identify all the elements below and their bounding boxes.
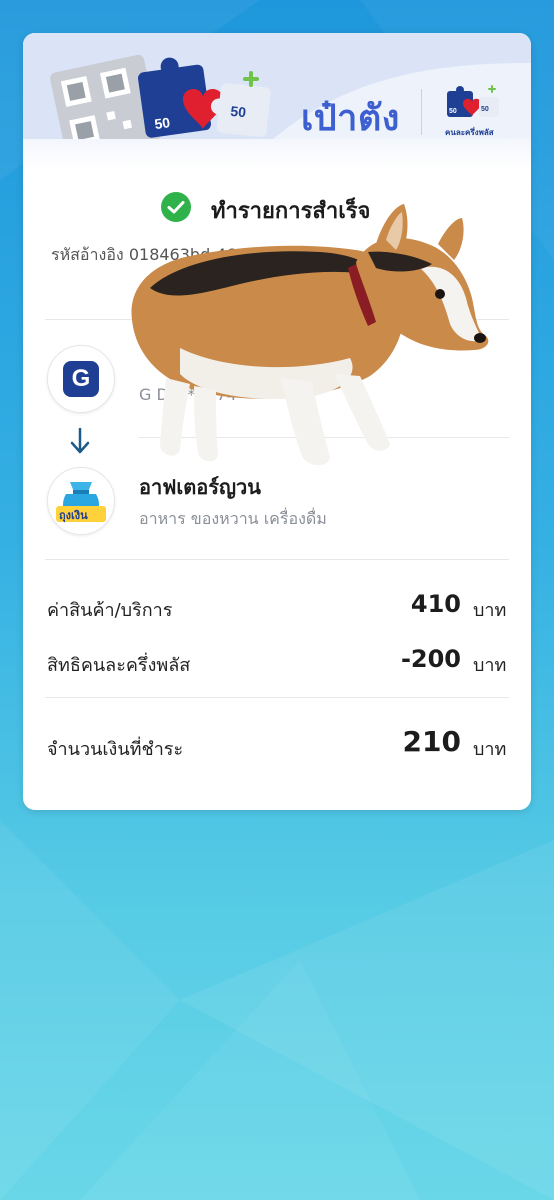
merchant-category: อาหาร ของหวาน เครื่องดื่ม bbox=[139, 509, 327, 528]
corgi-dog-image bbox=[131, 204, 489, 466]
svg-text:50: 50 bbox=[230, 103, 247, 121]
merchant-avatar: ถุงเงิน bbox=[47, 467, 115, 535]
goods-value: 410 bbox=[410, 590, 461, 618]
header-separator bbox=[421, 89, 422, 135]
discount-value: -200 bbox=[400, 645, 461, 673]
qr-puzzle-logo: 50 50 bbox=[50, 54, 271, 139]
card-header: 50 50 เป๋าตัง 50 50 คนละครึ่งพลัส bbox=[23, 33, 531, 139]
total-label: จำนวนเงินที่ชำระ bbox=[47, 739, 184, 760]
reference-label: รหัสอ้างอิง bbox=[51, 245, 124, 264]
goods-label: ค่าสินค้า/บริการ bbox=[47, 600, 173, 621]
svg-text:ถุงเงิน: ถุงเงิน bbox=[59, 509, 88, 523]
currency-unit: บาท bbox=[473, 739, 507, 760]
total-value: 210 bbox=[402, 725, 461, 758]
arrow-down-icon bbox=[70, 427, 90, 454]
currency-unit: บาท bbox=[473, 655, 507, 676]
wallet-title: เป๋าตัง bbox=[301, 98, 400, 139]
half-half-plus-logo: 50 50 คนละครึ่งพลัส bbox=[445, 85, 499, 137]
svg-text:50: 50 bbox=[153, 114, 171, 132]
g-wallet-icon: G bbox=[63, 361, 99, 397]
currency-unit: บาท bbox=[473, 600, 507, 621]
source-wallet-avatar: G bbox=[47, 345, 115, 413]
discount-label: สิทธิคนละครึ่งพลัส bbox=[47, 655, 191, 676]
money-bag-icon: ถุงเงิน bbox=[56, 482, 106, 523]
divider bbox=[45, 559, 509, 560]
svg-text:คนละครึ่งพลัส: คนละครึ่งพลัส bbox=[445, 126, 494, 137]
divider bbox=[45, 697, 509, 698]
svg-text:50: 50 bbox=[449, 108, 457, 115]
svg-text:50: 50 bbox=[481, 106, 489, 113]
header-fade bbox=[23, 139, 531, 169]
